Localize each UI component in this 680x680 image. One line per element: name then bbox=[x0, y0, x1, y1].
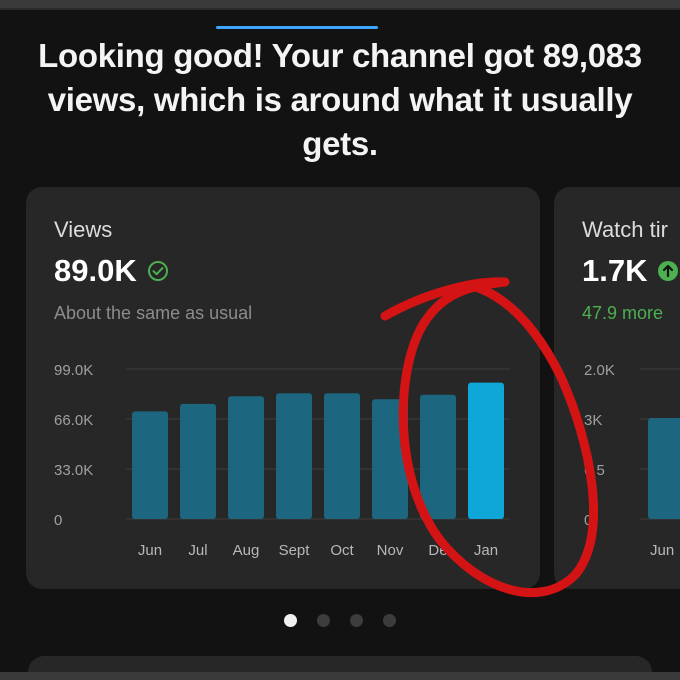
x-tick-label: Oct bbox=[330, 542, 354, 559]
x-tick-label: Aug bbox=[233, 542, 260, 559]
page-headline: Looking good! Your channel got 89,083 vi… bbox=[38, 37, 642, 162]
bottom-frame bbox=[0, 672, 680, 680]
views-card-title: Views bbox=[54, 217, 113, 242]
x-tick-label: Jan bbox=[474, 542, 498, 559]
pagination-dot[interactable] bbox=[383, 614, 396, 627]
views-subtitle: About the same as usual bbox=[54, 303, 253, 323]
watch-time-bar-chart: 2.0K 3K 6 5 0. Jun bbox=[584, 362, 680, 559]
pagination-dot[interactable] bbox=[284, 614, 297, 627]
bar-jun[interactable] bbox=[132, 411, 168, 519]
x-tick-label: Jul bbox=[188, 542, 207, 559]
y-tick-label: 2.0K bbox=[584, 362, 615, 379]
x-tick-label: Sept bbox=[279, 542, 311, 559]
views-value-row: 89.0K bbox=[54, 253, 169, 289]
bar-nov[interactable] bbox=[372, 399, 408, 519]
bar-sept[interactable] bbox=[276, 393, 312, 519]
y-tick-label: 66.0K bbox=[54, 412, 93, 429]
x-tick-label: Jun bbox=[138, 542, 162, 559]
status-divider bbox=[0, 8, 680, 10]
bar-de[interactable] bbox=[420, 394, 456, 519]
pagination-dot[interactable] bbox=[350, 614, 363, 627]
y-tick-label: 33.0K bbox=[54, 462, 93, 479]
check-circle-icon bbox=[147, 261, 168, 281]
bar-oct[interactable] bbox=[324, 393, 360, 519]
y-tick-label: 6 5 bbox=[584, 462, 605, 479]
y-tick-label: 0 bbox=[54, 512, 62, 529]
views-bar-chart: 0 33.0K 66.0K 99.0K Jun Jul Aug Sept Oct Nov De Jan bbox=[54, 362, 510, 559]
carousel-pagination[interactable] bbox=[0, 614, 680, 627]
bar-jan[interactable] bbox=[468, 382, 504, 519]
views-value: 89.0K bbox=[54, 253, 137, 288]
y-tick-label: 99.0K bbox=[54, 362, 93, 379]
x-tick-label: De bbox=[428, 542, 447, 559]
y-tick-label: 0. bbox=[584, 512, 597, 529]
top-frame bbox=[0, 0, 680, 8]
bar-jul[interactable] bbox=[180, 403, 216, 519]
bar-jun[interactable] bbox=[648, 418, 680, 519]
tab-indicator bbox=[216, 26, 378, 29]
x-tick-label: Nov bbox=[377, 542, 404, 559]
watch-time-card[interactable]: Watch tir 1.7K 47.9 more 2.0K 3K 6 5 0. Jun bbox=[554, 187, 680, 589]
y-tick-label: 3K bbox=[584, 412, 602, 429]
views-card[interactable]: 0 33.0K 66.0K 99.0K Jun Jul Aug Sept Oct Nov De Jan… bbox=[26, 187, 540, 589]
pagination-dot[interactable] bbox=[317, 614, 330, 627]
bar-aug[interactable] bbox=[228, 396, 264, 519]
x-tick-label: Jun bbox=[650, 542, 674, 559]
